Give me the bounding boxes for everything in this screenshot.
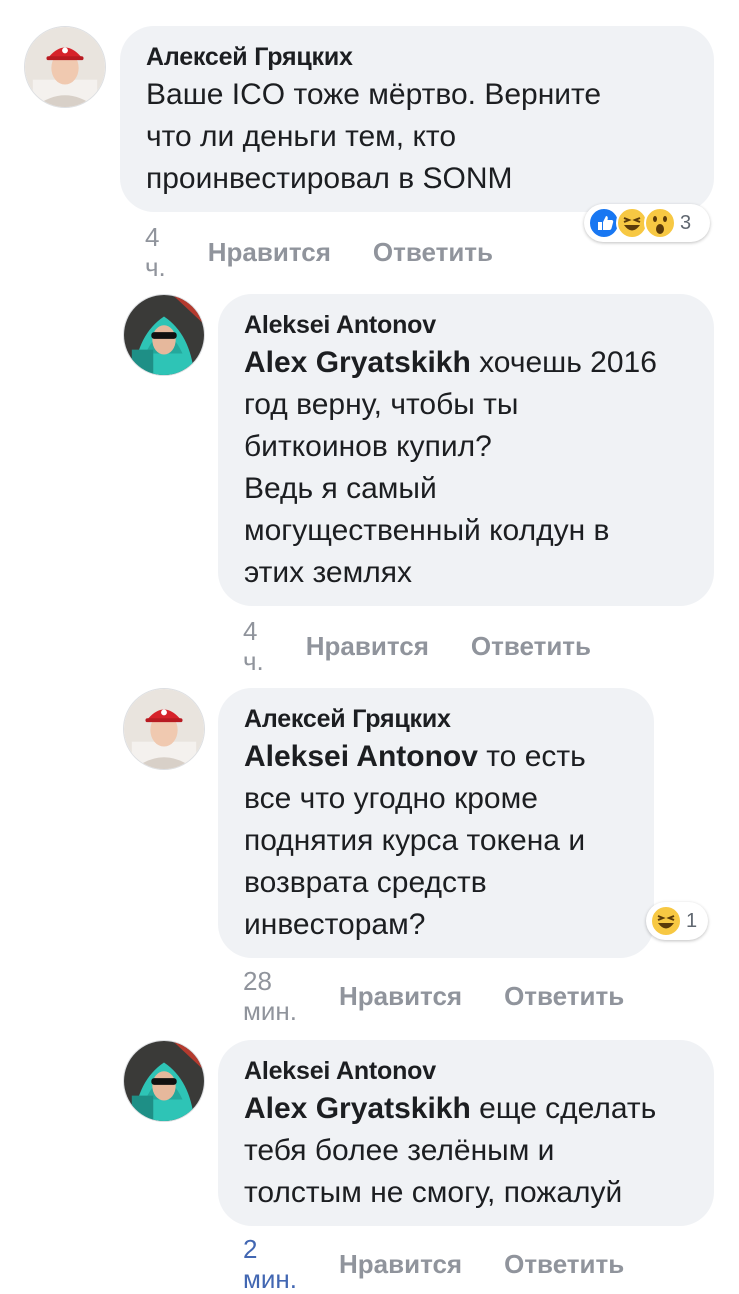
- comment-author[interactable]: Aleksei Antonov: [244, 1054, 688, 1088]
- avatar-photo-red-cap: [25, 27, 105, 107]
- comment-actions: 2 мин. Нравится Ответить: [243, 1234, 666, 1294]
- comment-bubble: Aleksei Antonov Alex Gryatskikh хочешь 2…: [218, 294, 714, 606]
- avatar[interactable]: [123, 294, 205, 376]
- reactions-count: 3: [680, 211, 692, 234]
- comment-body: хочешь 2016 год верну, чтобы ты биткоино…: [244, 346, 657, 589]
- comment-text: Alex Gryatskikh еще сделать тебя более з…: [244, 1088, 688, 1214]
- mention-link[interactable]: Aleksei Antonov: [244, 740, 478, 773]
- comment-author[interactable]: Aleksei Antonov: [244, 308, 688, 342]
- like-button[interactable]: Нравится: [339, 1249, 462, 1279]
- comment-author[interactable]: Алексей Гряцких: [244, 702, 628, 736]
- like-button[interactable]: Нравится: [306, 631, 429, 661]
- avatar[interactable]: [123, 688, 205, 770]
- wow-icon: [644, 207, 676, 239]
- reply-button[interactable]: Ответить: [504, 981, 624, 1011]
- mention-link[interactable]: Alex Gryatskikh: [244, 346, 471, 379]
- mention-link[interactable]: Alex Gryatskikh: [244, 1092, 471, 1125]
- comment-timestamp[interactable]: 4 ч.: [243, 616, 264, 676]
- reactions-summary[interactable]: 1: [646, 902, 708, 940]
- like-button[interactable]: Нравится: [208, 237, 331, 267]
- reactions-count: 1: [686, 909, 698, 932]
- comment-timestamp[interactable]: 28 мин.: [243, 966, 297, 1026]
- comment-body: Ваше ICO тоже мёртво. Верните что ли ден…: [146, 78, 602, 195]
- comment-bubble: Алексей Гряцких Ваше ICO тоже мёртво. Ве…: [120, 26, 714, 212]
- avatar-photo-red-cap: [124, 689, 204, 769]
- comment-bubble: Aleksei Antonov Alex Gryatskikh еще сдел…: [218, 1040, 714, 1226]
- comment-actions: 4 ч. Нравится Ответить: [145, 222, 535, 282]
- haha-icon: [650, 905, 682, 937]
- reply-button[interactable]: Ответить: [504, 1249, 624, 1279]
- reply-button[interactable]: Ответить: [471, 631, 591, 661]
- avatar-photo-green-hood: [124, 295, 204, 375]
- like-button[interactable]: Нравится: [339, 981, 462, 1011]
- comment-timestamp[interactable]: 4 ч.: [145, 222, 166, 282]
- comment-actions: 28 мин. Нравится Ответить: [243, 966, 666, 1026]
- avatar-photo-green-hood: [124, 1041, 204, 1121]
- comment-text: Ваше ICO тоже мёртво. Верните что ли ден…: [146, 74, 688, 200]
- comment-author[interactable]: Алексей Гряцких: [146, 40, 688, 74]
- comment-text: Aleksei Antonov то есть все что угодно к…: [244, 736, 628, 946]
- comment-actions: 4 ч. Нравится Ответить: [243, 616, 633, 676]
- avatar[interactable]: [24, 26, 106, 108]
- comment-text: Alex Gryatskikh хочешь 2016 год верну, ч…: [244, 342, 688, 594]
- comment-timestamp[interactable]: 2 мин.: [243, 1234, 297, 1294]
- reply-button[interactable]: Ответить: [373, 237, 493, 267]
- avatar[interactable]: [123, 1040, 205, 1122]
- comment-bubble: Алексей Гряцких Aleksei Antonov то есть …: [218, 688, 654, 958]
- reactions-summary[interactable]: 3: [584, 204, 710, 242]
